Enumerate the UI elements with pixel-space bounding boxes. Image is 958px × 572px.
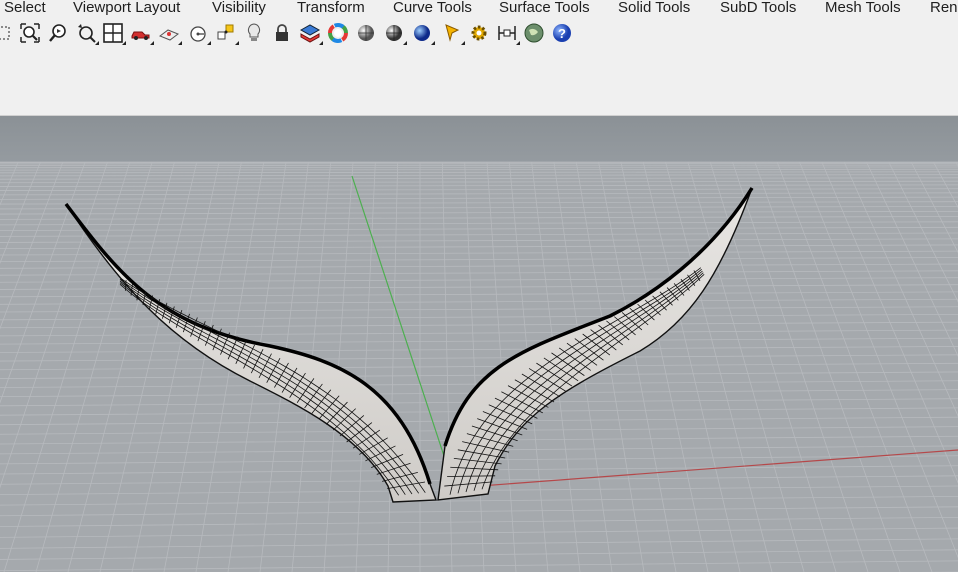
zoom-selected-icon[interactable]: [47, 22, 69, 44]
grid-line: [0, 164, 958, 166]
flyout-arrow-icon: [95, 41, 99, 45]
lock-icon[interactable]: [271, 22, 293, 44]
flyout-arrow-icon: [403, 41, 407, 45]
globe-icon[interactable]: [523, 22, 545, 44]
standard-toolbar: ?: [0, 18, 958, 116]
flyout-arrow-icon: [178, 41, 182, 45]
rotate-view-icon[interactable]: [75, 22, 99, 45]
flyout-arrow-icon: [431, 41, 435, 45]
select-window-icon[interactable]: [0, 22, 16, 44]
named-views-icon[interactable]: [158, 22, 182, 45]
flyout-arrow-icon: [516, 41, 520, 45]
tab-curve-tools[interactable]: Curve Tools: [393, 0, 472, 17]
flyout-arrow-icon: [319, 41, 323, 45]
tab-viewport-layout[interactable]: Viewport Layout: [73, 0, 180, 17]
perspective-viewport[interactable]: [0, 116, 958, 572]
color-wheel-icon[interactable]: [327, 22, 349, 44]
analysis-icon[interactable]: [441, 22, 465, 45]
tab-subd-tools[interactable]: SubD Tools: [720, 0, 796, 17]
rendered-sphere-icon[interactable]: [383, 22, 407, 45]
tab-solid-tools[interactable]: Solid Tools: [618, 0, 690, 17]
gear-options-icon[interactable]: [468, 22, 490, 44]
layer-icon[interactable]: [299, 22, 323, 45]
flyout-arrow-icon: [122, 41, 126, 45]
tab-transform[interactable]: Transform: [297, 0, 365, 17]
four-viewports-icon[interactable]: [102, 22, 126, 45]
object-snap-icon[interactable]: [215, 22, 239, 45]
tab-surface-tools[interactable]: Surface Tools: [499, 0, 590, 17]
shaded-sphere-icon[interactable]: [355, 22, 377, 44]
tab-render[interactable]: Rend: [930, 0, 958, 17]
tab-select[interactable]: Select: [4, 0, 46, 17]
tab-mesh-tools[interactable]: Mesh Tools: [825, 0, 901, 17]
ribbon-tabbar: Select Viewport Layout Visibility Transf…: [0, 0, 958, 18]
flyout-arrow-icon: [461, 41, 465, 45]
svg-text:?: ?: [558, 26, 566, 41]
light-bulb-icon[interactable]: [243, 22, 265, 44]
tab-visibility[interactable]: Visibility: [212, 0, 266, 17]
flyout-arrow-icon: [150, 41, 154, 45]
blue-sphere-icon[interactable]: [411, 22, 435, 45]
zoom-extents-icon[interactable]: [19, 22, 41, 44]
flyout-arrow-icon: [235, 41, 239, 45]
flyout-arrow-icon: [207, 41, 211, 45]
viewport-canvas: [0, 116, 958, 572]
help-icon[interactable]: ?: [551, 22, 573, 44]
perspective-car-icon[interactable]: [130, 22, 154, 45]
dimension-icon[interactable]: [496, 22, 520, 45]
construction-plane-icon[interactable]: [187, 22, 211, 45]
